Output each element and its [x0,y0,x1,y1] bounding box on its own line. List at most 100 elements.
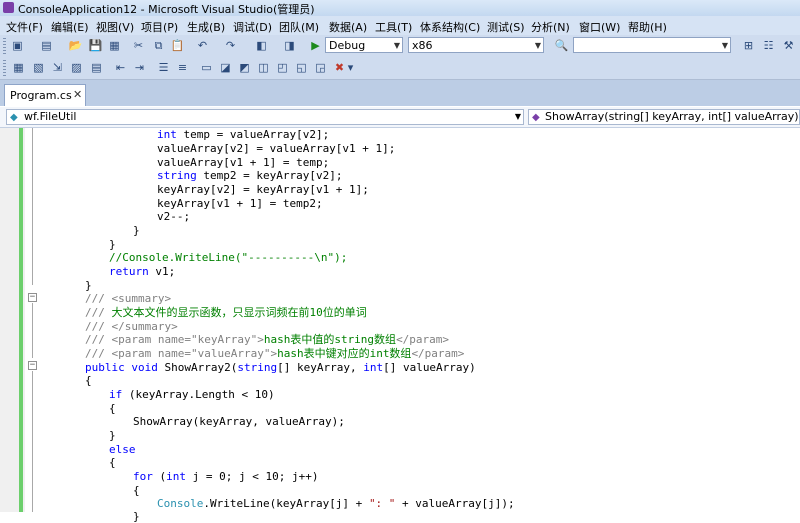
keyword: int [363,361,384,374]
doc-tag: <param name="keyArray"> [111,333,264,346]
properties-icon[interactable]: ☷ [761,38,776,53]
doc-text: hash表中键对应的int数组 [277,347,412,360]
navigate-forward-icon[interactable]: ◨ [282,38,297,53]
toolbar-options-icon[interactable]: ▾ [346,60,355,75]
bookmark-previous-folder-icon[interactable]: ◫ [256,60,271,75]
find-combo[interactable]: ▼ [573,37,731,53]
type-name: Console [157,497,204,510]
menu-analyze[interactable]: 分析(N) [531,17,570,37]
code-line: keyArray[v2] = keyArray[v1 + 1]; [157,183,369,196]
code-text: v1; [148,265,176,278]
collapse-toggle-icon[interactable]: − [28,361,37,370]
bookmark-next-icon[interactable]: ◩ [237,60,252,75]
code-line: return v1; [109,265,175,278]
keyword: string [157,169,197,182]
save-all-icon[interactable]: ▦ [107,38,122,53]
doc-tag: </param> [411,347,465,360]
bookmark-previous-document-icon[interactable]: ◱ [294,60,309,75]
keyword: for [133,470,153,483]
copy-icon[interactable]: ⧉ [151,38,166,53]
undo-icon[interactable]: ↶ [195,38,210,53]
menu-edit[interactable]: 编辑(E) [51,17,89,37]
object-browser-icon[interactable]: ▦ [11,60,26,75]
keyword: if [109,388,123,401]
bookmark-previous-icon[interactable]: ◪ [218,60,233,75]
doc-tag: </param> [396,333,450,346]
member-name: ShowArray(string[] keyArray, int[] value… [545,110,799,123]
code-text: + valueArray[j]); [395,497,515,510]
increase-indent-icon[interactable]: ⇥ [132,60,147,75]
tab-program-cs[interactable]: Program.cs ✕ [4,84,86,106]
menu-data[interactable]: 数据(A) [329,17,367,37]
keyword: void [131,361,158,374]
code-line: valueArray[v1 + 1] = temp; [157,156,330,169]
doc-comment-line: /// 大文本文件的显示函数，只显示词频在前10位的单词 [85,306,367,319]
members-dropdown[interactable]: ◆ ShowArray(string[] keyArray, int[] val… [528,109,800,125]
solution-explorer-icon[interactable]: ⊞ [741,38,756,53]
menu-debug[interactable]: 调试(D) [233,17,272,37]
method-icon: ◆ [532,112,540,123]
comment-lines-icon[interactable]: ☰ [156,60,171,75]
bookmark-next-document-icon[interactable]: ◲ [313,60,328,75]
doc-tag: <param name="valueArray"> [111,347,278,360]
toolbox-icon[interactable]: ⚒ [781,38,796,53]
menu-test[interactable]: 测试(S) [487,17,525,37]
uncomment-lines-icon[interactable]: ≡ [175,60,190,75]
quick-info-icon[interactable]: ⇲ [50,60,65,75]
clear-bookmarks-icon[interactable]: ✖ [332,60,347,75]
paste-icon[interactable]: 📋 [170,38,185,53]
start-debugging-icon[interactable]: ▶ [308,38,323,53]
menu-tools[interactable]: 工具(T) [375,17,412,37]
keyword: int [157,128,177,141]
keyword: string [237,361,278,374]
close-icon[interactable]: ✕ [73,88,82,101]
find-in-files-icon[interactable]: 🔍 [554,38,569,53]
bookmark-toggle-icon[interactable]: ▭ [199,60,214,75]
solution-configuration-select[interactable]: Debug ▼ [325,37,403,53]
menu-build[interactable]: 生成(B) [187,17,225,37]
code-text: temp = valueArray[v2]; [176,128,330,141]
bookmark-next-folder-icon[interactable]: ◰ [275,60,290,75]
code-line: } [85,279,92,292]
list-members-icon[interactable]: ▤ [89,60,104,75]
new-project-icon[interactable]: ▣ [10,38,25,53]
doc-comment-line: /// </summary> [85,320,178,333]
menu-architecture[interactable]: 体系结构(C) [420,17,480,37]
solution-platform-select[interactable]: x86 ▼ [408,37,544,53]
collapse-toggle-icon[interactable]: − [28,293,37,302]
code-text: [] valueArray) [383,361,476,374]
menu-window[interactable]: 窗口(W) [579,17,620,37]
doc-prefix: /// [85,320,112,333]
navigate-backward-icon[interactable]: ◧ [254,38,269,53]
code-text: ( [152,470,167,483]
parameter-info-icon[interactable]: ▧ [31,60,46,75]
chevron-down-icon: ▼ [534,41,541,50]
menu-file[interactable]: 文件(F) [6,17,43,37]
doc-text: hash表中值的string数组 [263,333,397,346]
change-tracking-bar [19,128,23,512]
menu-help[interactable]: 帮助(H) [628,17,667,37]
menu-team[interactable]: 团队(M) [279,17,319,37]
code-editor[interactable]: − − int temp = valueArray[v2]; valueArra… [0,128,800,523]
types-dropdown[interactable]: ◆ wf.FileUtil ▼ [6,109,524,125]
toolbar-grip[interactable] [3,60,6,76]
title-bar: ConsoleApplication12 - Microsoft Visual … [0,0,800,16]
menu-view[interactable]: 视图(V) [96,17,134,37]
code-text: (keyArray.Length < 10) [122,388,275,401]
menu-project[interactable]: 项目(P) [141,17,178,37]
code-line: if (keyArray.Length < 10) [109,388,275,401]
save-icon[interactable]: 💾 [88,38,103,53]
add-item-icon[interactable]: ▤ [39,38,54,53]
redo-icon[interactable]: ↷ [223,38,238,53]
cut-icon[interactable]: ✂ [131,38,146,53]
complete-word-icon[interactable]: ▨ [69,60,84,75]
code-text: j = 0; j < 10; j++) [186,470,319,483]
text-editor-toolbar: ▦ ▧ ⇲ ▨ ▤ ⇤ ⇥ ☰ ≡ ▭ ◪ ◩ ◫ ◰ ◱ ◲ ✖ ▾ [0,57,800,80]
toolbar-grip[interactable] [3,38,6,54]
open-file-icon[interactable]: 📂 [68,38,83,53]
decrease-indent-icon[interactable]: ⇤ [113,60,128,75]
code-line: string temp2 = keyArray[v2]; [157,169,342,182]
code-line: v2--; [157,210,191,223]
code-line: int temp = valueArray[v2]; [157,128,329,141]
keyword: public [85,361,125,374]
